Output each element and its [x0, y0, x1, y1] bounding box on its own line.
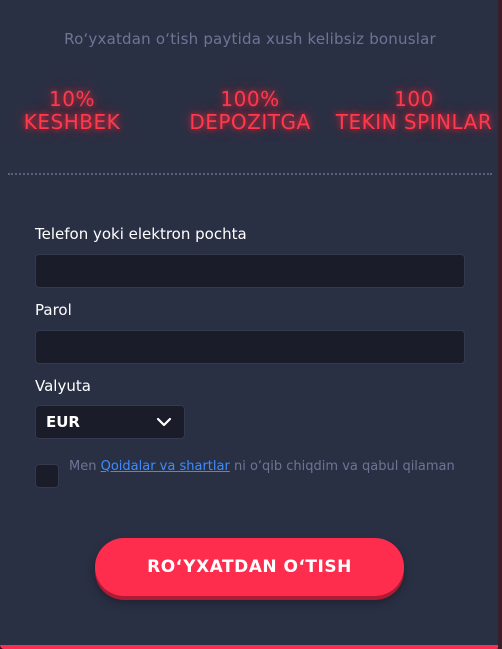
- terms-checkbox[interactable]: [35, 464, 59, 488]
- terms-suffix: ni o‘qib chiqdim va qabul qilaman: [233, 459, 455, 474]
- bonus-cashback: 10% KESHBEK: [22, 88, 122, 134]
- bonus-list: 10% KESHBEK 100% DEPOZITGA 100 TEKIN SPI…: [0, 88, 500, 148]
- dotted-divider: [8, 173, 492, 175]
- welcome-bonus-heading: Ro‘yxatdan o‘tish paytida xush kelibsiz …: [64, 30, 436, 48]
- bonus-cashback-label: KESHBEK: [23, 110, 121, 134]
- bonus-cashback-value: 10%: [49, 87, 95, 111]
- register-button[interactable]: RO‘YXATDAN O‘TISH: [95, 538, 404, 596]
- bonus-deposit-label: DEPOZITGA: [189, 110, 311, 134]
- right-edge-strip: [498, 0, 502, 649]
- bonus-free-spins-label: TEKIN SPINLAR: [335, 110, 493, 134]
- chevron-down-icon: [156, 417, 172, 427]
- login-input[interactable]: [35, 254, 465, 288]
- registration-panel: Ro‘yxatdan o‘tish paytida xush kelibsiz …: [0, 0, 500, 649]
- password-input[interactable]: [35, 330, 465, 364]
- currency-label: Valyuta: [35, 377, 91, 395]
- bonus-deposit: 100% DEPOZITGA: [180, 88, 320, 134]
- terms-text: Men Qoidalar va shartlar ni o‘qib chiqdi…: [69, 458, 469, 475]
- terms-prefix: Men: [69, 459, 97, 474]
- currency-selected-value: EUR: [46, 413, 80, 431]
- currency-select[interactable]: EUR: [35, 405, 185, 439]
- login-label: Telefon yoki elektron pochta: [35, 225, 247, 243]
- password-label: Parol: [35, 301, 72, 319]
- bonus-deposit-value: 100%: [220, 87, 280, 111]
- bonus-free-spins: 100 TEKIN SPINLAR: [326, 88, 502, 134]
- bonus-free-spins-value: 100: [394, 87, 434, 111]
- bottom-accent-line: [0, 645, 500, 649]
- terms-link[interactable]: Qoidalar va shartlar: [101, 459, 230, 474]
